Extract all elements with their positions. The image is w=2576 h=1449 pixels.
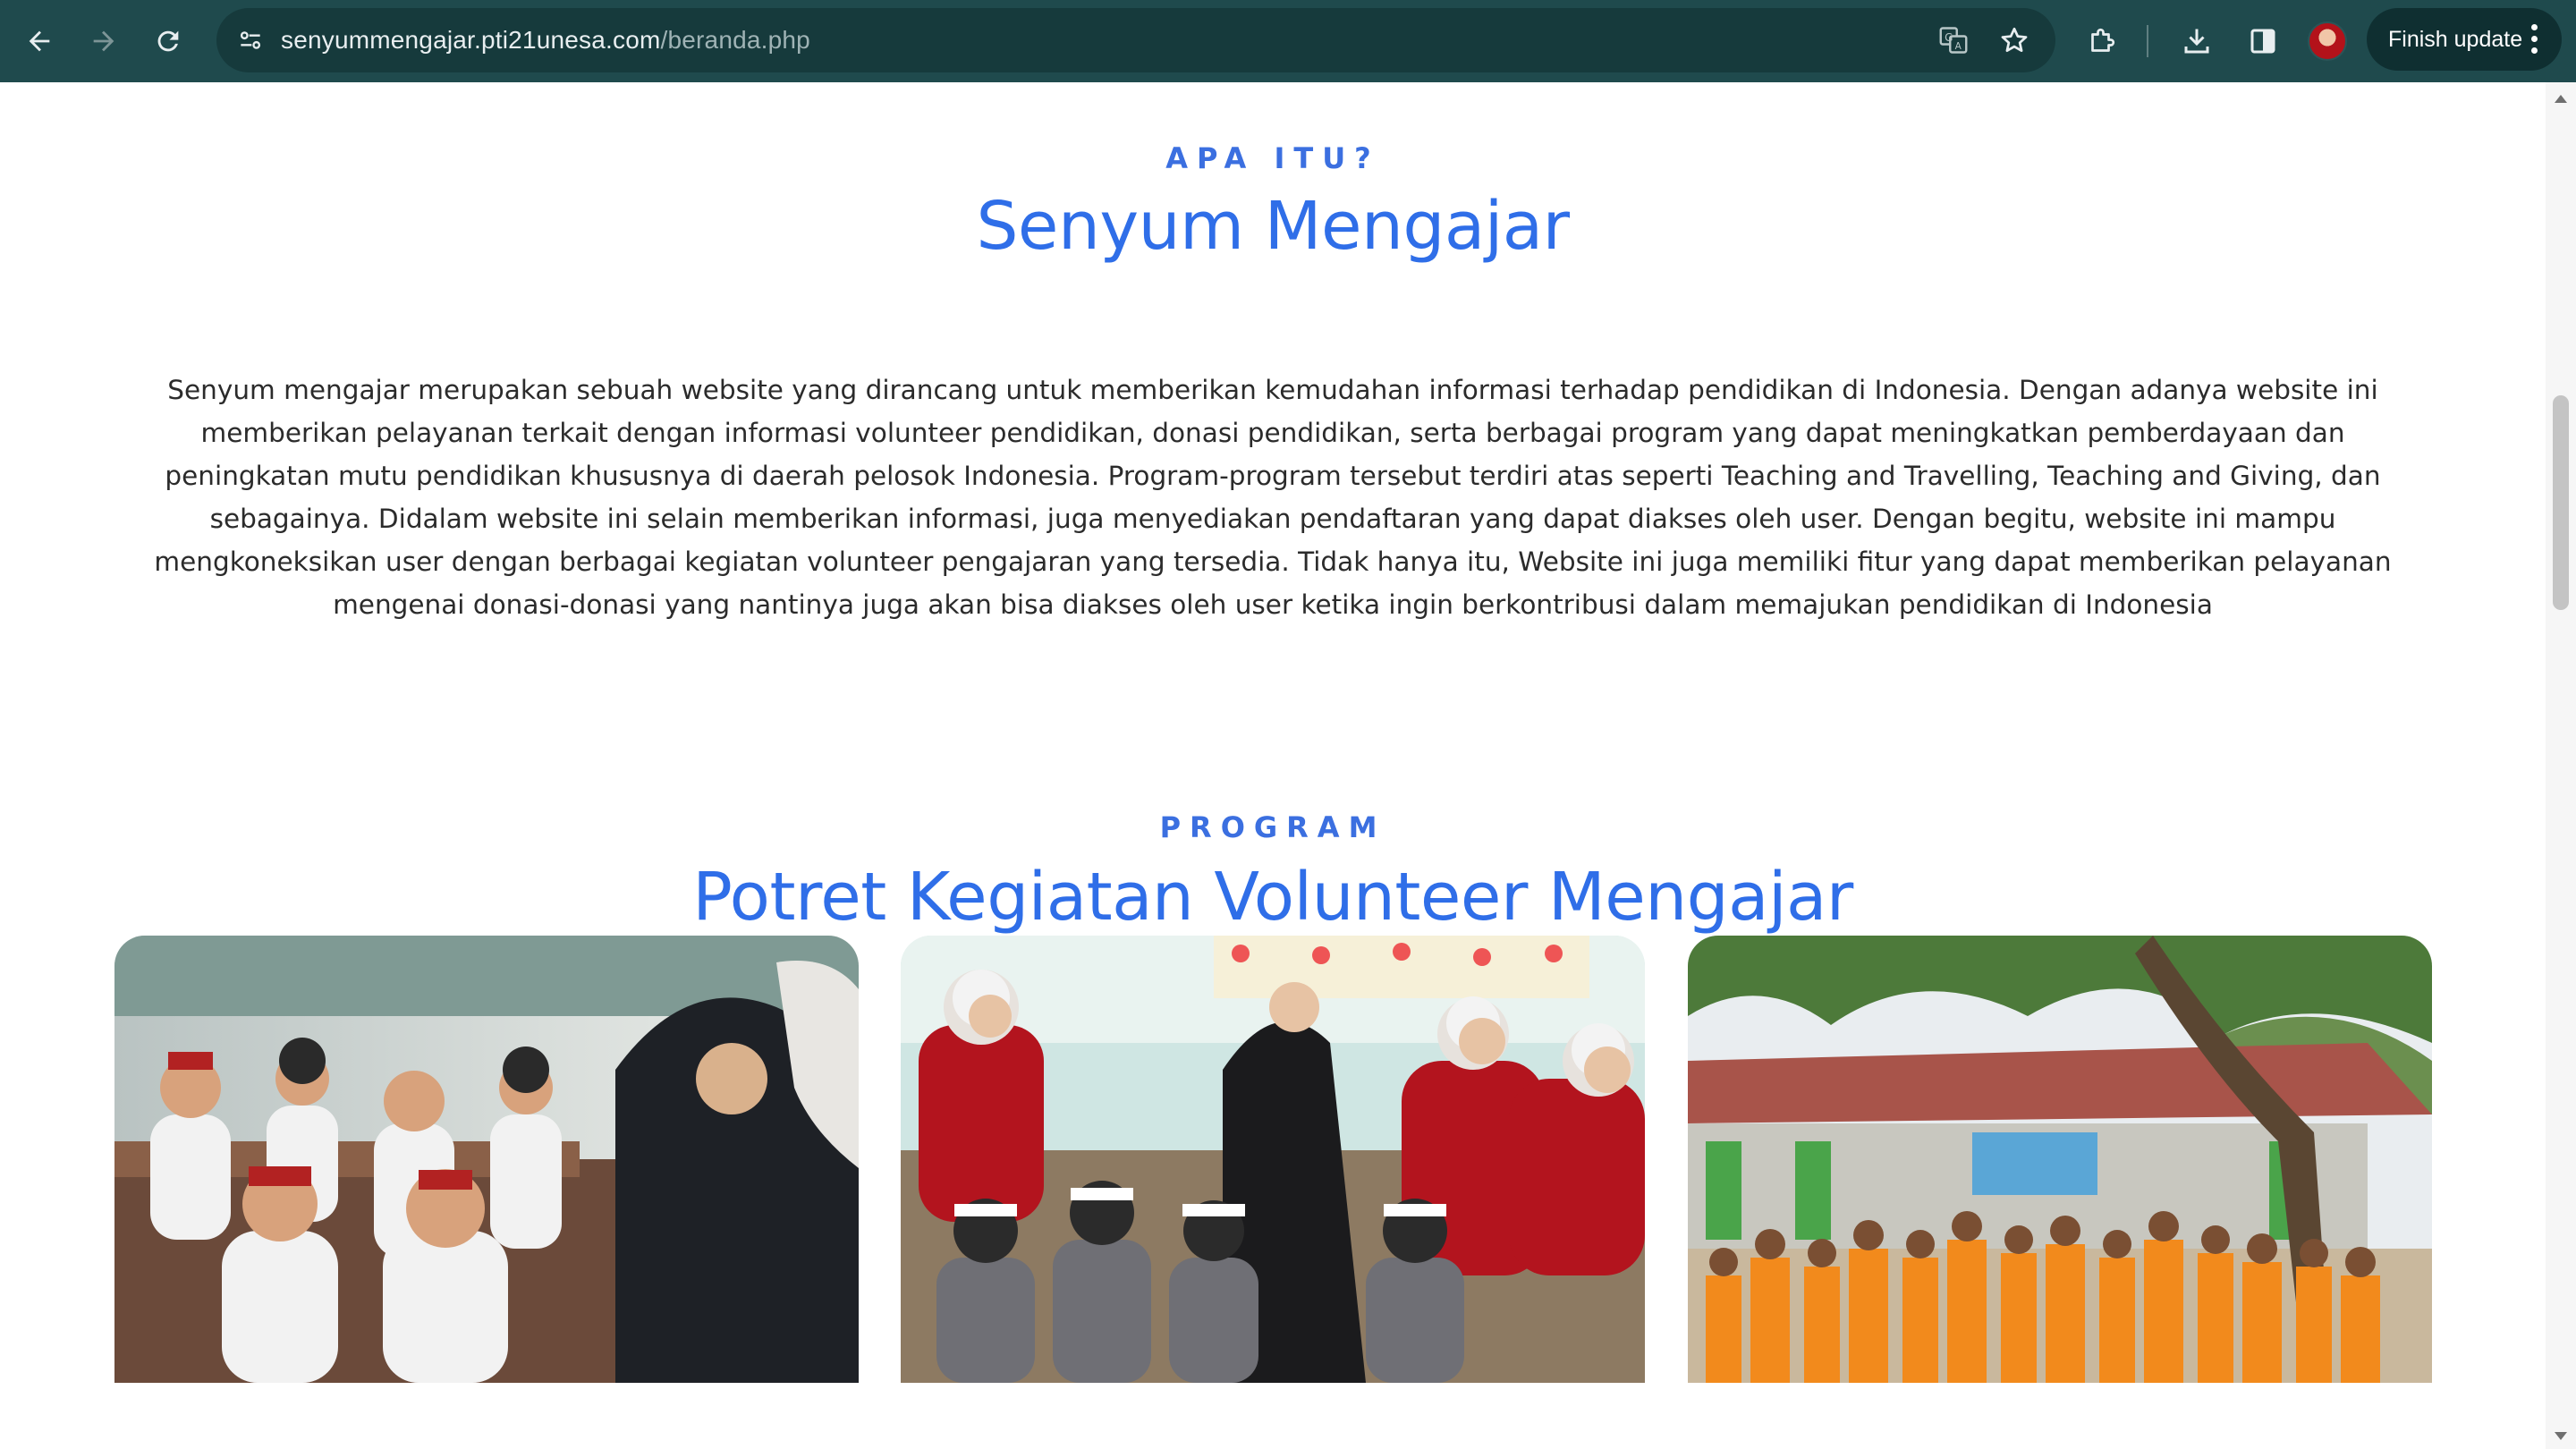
reload-button[interactable] bbox=[143, 16, 193, 66]
side-panel-icon bbox=[2250, 29, 2275, 54]
school-yard-photo bbox=[1688, 936, 2432, 1383]
about-title: Senyum Mengajar bbox=[976, 188, 1570, 265]
more-menu-icon bbox=[2531, 24, 2538, 55]
downloads-button[interactable] bbox=[2174, 18, 2220, 64]
url-text: senyummengajar.pti21unesa.com/beranda.ph… bbox=[281, 26, 810, 55]
finish-update-label: Finish update bbox=[2388, 26, 2523, 52]
side-panel-button[interactable] bbox=[2240, 18, 2286, 64]
browser-toolbar: senyummengajar.pti21unesa.com/beranda.ph… bbox=[0, 0, 2576, 82]
about-eyebrow: APA ITU? bbox=[1165, 141, 1380, 175]
program-photo-school-yard[interactable] bbox=[1688, 936, 2432, 1383]
program-photo-classroom[interactable] bbox=[114, 936, 859, 1383]
bookmark-star-button[interactable] bbox=[1995, 21, 2034, 60]
extensions-button[interactable] bbox=[2079, 18, 2125, 64]
translate-icon: G A bbox=[1939, 27, 1968, 54]
program-title: Potret Kegiatan Volunteer Mengajar bbox=[692, 859, 1853, 936]
program-eyebrow: PROGRAM bbox=[1159, 810, 1386, 844]
finish-update-button[interactable]: Finish update bbox=[2367, 8, 2562, 71]
star-icon bbox=[2001, 27, 2028, 53]
about-description: Senyum mengajar merupakan sebuah website… bbox=[154, 375, 2392, 620]
web-page: APA ITU? Senyum Mengajar Senyum mengajar… bbox=[0, 82, 2546, 1449]
toolbar-divider bbox=[2147, 25, 2148, 57]
forward-arrow-icon bbox=[93, 30, 114, 52]
reload-icon bbox=[157, 30, 179, 52]
program-photo-volunteers[interactable] bbox=[901, 936, 1645, 1383]
tune-icon bbox=[240, 31, 261, 49]
volunteers-photo bbox=[901, 936, 1645, 1383]
profile-avatar[interactable] bbox=[2308, 21, 2347, 61]
scroll-up-icon[interactable] bbox=[2555, 95, 2567, 103]
site-info-button[interactable] bbox=[227, 17, 274, 64]
svg-text:A: A bbox=[1955, 41, 1962, 52]
back-arrow-icon bbox=[29, 30, 50, 52]
download-icon bbox=[2184, 29, 2209, 54]
address-bar[interactable]: senyummengajar.pti21unesa.com/beranda.ph… bbox=[216, 8, 2055, 72]
puzzle-icon bbox=[2091, 28, 2115, 52]
back-button[interactable] bbox=[14, 16, 64, 66]
page-scrollbar[interactable] bbox=[2546, 82, 2576, 1449]
url-domain: senyummengajar.pti21unesa.com bbox=[281, 26, 661, 54]
classroom-photo bbox=[114, 936, 859, 1383]
url-path: /beranda.php bbox=[660, 26, 810, 54]
svg-text:G: G bbox=[1945, 31, 1953, 44]
forward-button[interactable] bbox=[79, 16, 129, 66]
scroll-down-icon[interactable] bbox=[2555, 1432, 2567, 1440]
translate-button[interactable]: G A bbox=[1934, 21, 1973, 60]
scrollbar-thumb[interactable] bbox=[2553, 395, 2569, 610]
